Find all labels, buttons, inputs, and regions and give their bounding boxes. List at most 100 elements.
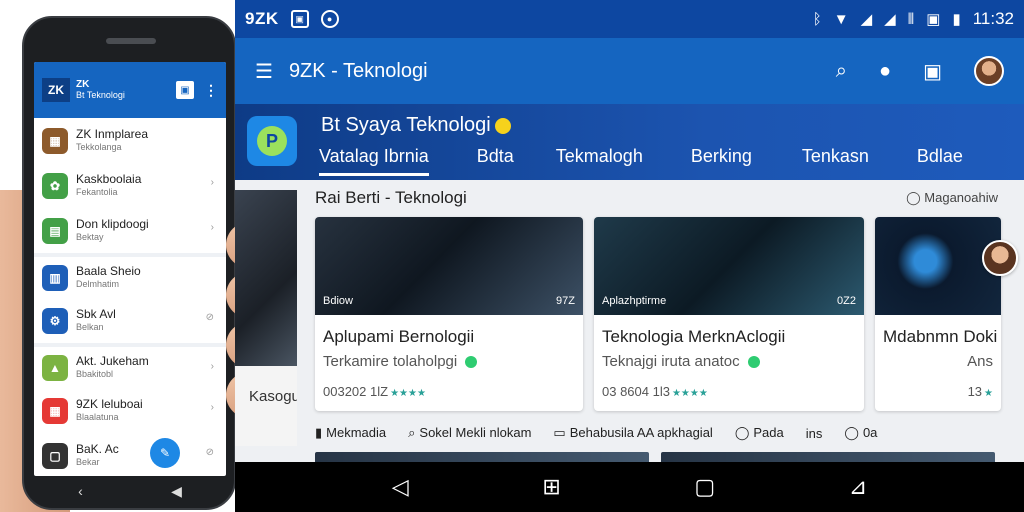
card-subtitle: Terkamire tolaholpgi [315,347,583,370]
chip-label: ins [805,425,823,441]
list-item-title: Don klipdoogi [76,216,149,231]
card-tag: Bdiow [323,295,353,307]
list-item[interactable]: ▲ Akt. Jukeham Bbakitobl › [34,343,226,388]
badge-icon [494,117,511,134]
phone-brand-line2: Bt Teknologi [76,90,125,100]
square-icon: ▢ [42,442,68,469]
avatar[interactable] [982,240,1018,276]
next-row-preview [315,452,995,462]
message-icon: ▭ [553,425,566,440]
list-item-title: 9ZK leluboai [76,396,143,411]
card-subtitle: Teknajgi iruta anatoc [594,347,864,370]
chip[interactable]: ◯ 0a [844,425,877,441]
list-item[interactable]: ▤ Don klipdoogi Bektay › [34,208,226,253]
chevron-right-icon: › [210,177,214,188]
list-item[interactable]: ▦ ZK Inmplarea Tekkolanga [34,118,226,163]
article-card[interactable]: Bdiow 97Z Aplupami Bernologii Terkamire … [315,217,583,411]
card-meta: 03 8604 1l3 ★★★★ [594,370,864,399]
avatar[interactable] [974,56,1004,86]
home-icon[interactable]: ◀ [171,483,182,500]
chip[interactable]: ◯ Pada [735,425,784,441]
list-item-title: Kaskboolaia [76,171,142,186]
list-item[interactable]: ▢ BaK. Ac Bekar ⊘ [34,433,226,476]
tab-bdta[interactable]: Bdta [477,146,514,176]
card-stat: 0Z2 [837,295,856,307]
chip[interactable]: ▮ Mekmadia [315,425,386,441]
app-bar-actions: ⌕ ● ▣ [836,56,1004,86]
chip[interactable]: ins [806,426,823,441]
tab-tenkasn[interactable]: Tenkasn [802,146,869,176]
edit-fab-button[interactable]: ✎ [150,438,180,468]
chat-icon: ◯ [734,425,750,440]
status-bar: 9ZK ▣ ● ᛒ ▼ ◢ ◢ ⦀ ▣ ▮ 11:32 [235,0,1024,38]
article-card[interactable]: Mdabnmn Doki Ans 13 ★ [875,217,1001,411]
chip-label: Mekmadia [326,425,387,440]
battery-icon: ▮ [952,11,961,28]
action-chips: ▮ Mekmadia ⌕ Sokel Mekli nlokam ▭ Behabusil… [315,420,1024,446]
gear-icon: ⚙ [42,307,68,334]
list-item-subtitle: Tekkolanga [76,141,122,152]
link-icon: ⊘ [205,312,214,323]
phone-nav-bar: ‹ ◀ [34,476,226,506]
previous-card[interactable]: Kasogu [235,190,297,446]
windows-icon[interactable]: ⊞ [542,474,560,500]
list-item[interactable]: ▥ Baala Sheio Delmhatim [34,253,226,298]
rating-stars-icon: ★ [984,388,993,399]
back-icon[interactable]: ‹ [78,483,83,499]
card-stat: 97Z [556,295,575,307]
chip[interactable]: ⌕ Sokel Mekli nlokam [408,425,531,441]
phone-screen: ZK ZK Bt Teknologi ▣ ⋮ ▦ ZK Inmplarea Tek… [34,62,226,476]
card-meta-text: 13 [967,384,983,399]
chip[interactable]: ▭ Behabusila AA apkhagial [553,425,712,441]
list-item-title: Sbk Avl [76,306,116,321]
phone-brand: ZK Bt Teknologi [76,79,125,101]
status-carrier: 9ZK [245,9,279,28]
notifications-icon[interactable]: ● [879,60,891,83]
signal-icon: ◢ [884,11,896,28]
phone-app-list: ▦ ZK Inmplarea Tekkolanga ✿ Kaskboolaia Fe… [34,118,226,476]
briefcase-icon[interactable]: ▣ [923,59,942,84]
location-icon: ● [320,10,339,28]
signal-icon: ◢ [860,11,873,28]
chip-label: Behabusila AA apkhagial [569,425,713,440]
bluetooth-icon: ᛒ [812,10,822,28]
status-time: 11:32 [972,9,1014,28]
status-dot-icon [465,356,478,369]
card-subtitle-text: Terkamire tolaholpgi [323,353,458,370]
list-item-title: ZK Inmplarea [76,126,149,141]
tab-tekmalogh[interactable]: Tekmalogh [556,146,643,176]
card-subtitle: Ans [875,347,1001,370]
back-icon[interactable]: ◁ [392,474,409,500]
rating-stars-icon: ★★★★ [671,388,708,399]
article-card[interactable]: Aplazhptirme 0Z2 Teknologia MerknAclogii… [594,217,864,411]
app-title: 9ZK - Teknologi [288,59,428,82]
section-header: Rai Berti - Teknologi ◯ Maganoahiw [315,188,1024,208]
phone-logo: ZK [42,78,70,102]
search-icon[interactable]: ⌕ [836,60,847,83]
list-item[interactable]: ▦ 9ZK leluboai Blaalatuna › [34,388,226,433]
calendar-icon: ▥ [42,264,68,291]
recents-icon[interactable]: ⊿ [849,474,867,500]
tab-bdlae[interactable]: Bdlae [917,146,963,176]
list-item[interactable]: ✿ Kaskboolaia Fekantolia › [34,163,226,208]
home-icon[interactable]: ▢ [694,474,715,500]
see-more-link[interactable]: ◯ Maganoahiw [906,190,998,206]
chat-icon: ◯ [844,425,859,440]
list-item-subtitle: Bektay [76,231,104,242]
card-meta-text: 003202 1lZ [323,384,389,399]
more-vert-icon[interactable]: ⋮ [204,82,218,99]
phone-app-bar: ZK ZK Bt Teknologi ▣ ⋮ [34,62,226,118]
menu-icon[interactable]: ☰ [255,59,273,84]
list-item-title: BaK. Ac [76,441,119,456]
list-item-title: Akt. Jukeham [76,353,149,368]
list-item[interactable]: ⚙ Sbk Avl Belkan ⊘ [34,298,226,343]
phone-window-icon[interactable]: ▣ [176,81,194,99]
app-icon: ▦ [42,127,68,154]
sim-icon: ▣ [926,11,941,28]
card-image [661,452,995,462]
tab-berking[interactable]: Berking [691,146,752,176]
tab-vatalag[interactable]: Vatalag Ibrnia [319,146,429,176]
chevron-right-icon: › [210,222,214,233]
link-icon: ⊘ [205,447,214,458]
phone-brand-line1: ZK [76,79,90,90]
